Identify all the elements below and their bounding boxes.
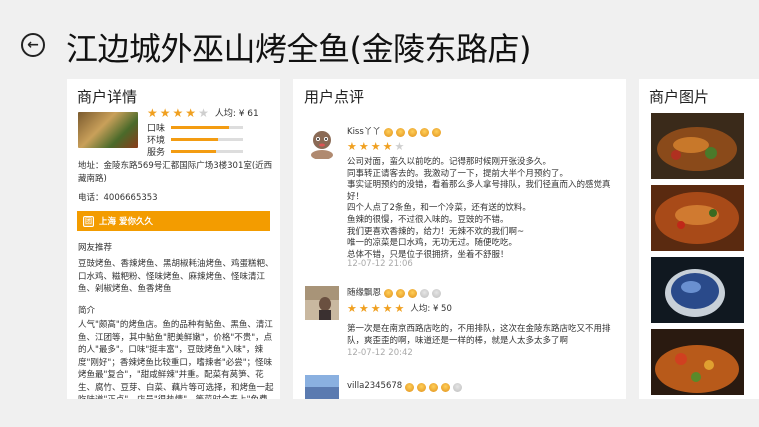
star-icon: ★ bbox=[358, 301, 369, 315]
photo-thumbnail[interactable] bbox=[651, 113, 744, 179]
medal-icon bbox=[383, 127, 393, 137]
photos-title: 商户图片 bbox=[649, 88, 710, 106]
merchant-address[interactable]: 地址：金陵东路569号汇都国际广场3楼301室(近西藏南路) bbox=[78, 160, 278, 186]
avatar bbox=[305, 375, 339, 399]
star-icon: ★ bbox=[370, 140, 381, 153]
avg-price: 人均: ¥ 61 bbox=[214, 109, 259, 119]
star-icon: ★ bbox=[159, 105, 171, 120]
medal-icon bbox=[407, 127, 417, 137]
reviews-panel: 用户点评 Kiss丫丫 ★ ★ ★ ★ ★ 公司对面，蛮久以前吃的。记得那时候刚… bbox=[293, 79, 626, 399]
photo-thumbnail[interactable] bbox=[651, 257, 744, 323]
review-username[interactable]: villa2345678 bbox=[347, 381, 402, 391]
star-icon: ★ bbox=[172, 105, 184, 120]
star-icon: ★ bbox=[147, 105, 158, 120]
intro-text: 人气"颇高"的烤鱼店。鱼的品种有鲇鱼、黑鱼、清江鱼、江团等，其中鲇鱼"肥美鲜嫩"… bbox=[78, 320, 274, 399]
star-icon: ★ bbox=[358, 140, 369, 153]
back-arrow-icon[interactable]: ← bbox=[21, 33, 45, 57]
medal-icon bbox=[384, 288, 394, 298]
review-item[interactable]: Kiss丫丫 ★ ★ ★ ★ ★ 公司对面，蛮久以前吃的。记得那时候刚开张没多久… bbox=[305, 125, 615, 275]
medal-icon bbox=[417, 382, 427, 392]
photo-thumbnail[interactable] bbox=[651, 185, 744, 251]
star-icon: ★ bbox=[394, 301, 405, 315]
intro-label: 简介 bbox=[78, 306, 96, 316]
review-avg-price: 人均: ¥ 50 bbox=[410, 304, 452, 314]
review-user-row: Kiss丫丫 bbox=[347, 125, 441, 137]
review-user-row: 随缘飘恩 bbox=[347, 286, 442, 298]
merchant-details-title: 商户详情 bbox=[77, 88, 138, 106]
medal-icon bbox=[405, 382, 415, 392]
star-icon: ★ bbox=[185, 105, 197, 120]
review-time: 12-07-12 21:06 bbox=[347, 259, 413, 269]
merchant-phone[interactable]: 电话：4006665353 bbox=[78, 191, 158, 203]
medal-icon bbox=[396, 288, 406, 298]
medal-icon bbox=[432, 288, 442, 298]
review-text: 公司对面，蛮久以前吃的。记得那时候刚开张没多久。 同事转正请客去的。我激动了一下… bbox=[347, 157, 611, 260]
photo-thumbnail[interactable] bbox=[651, 329, 744, 395]
star-icon: ★ bbox=[382, 301, 393, 315]
merchant-details-panel: 商户详情 ★ ★ ★ ★ ★ 人均: ¥ 61 口味 环境 服务 地址：金陵东路… bbox=[67, 79, 280, 399]
star-icon: ★ bbox=[347, 140, 357, 153]
promo-banner[interactable]: 团 上海 爱你久久 bbox=[77, 211, 270, 231]
photos-panel: 商户图片 bbox=[639, 79, 759, 399]
merchant-rating: ★ ★ ★ ★ ★ 人均: ¥ 61 bbox=[147, 105, 259, 120]
medal-icon bbox=[429, 382, 439, 392]
recommend-text: 豆豉烤鱼、香辣烤鱼、黑胡椒耗油烤鱼、鸡蛋糕粑、口水鸡、糍粑粉、怪味烤鱼、麻辣烤鱼… bbox=[78, 259, 274, 294]
star-icon: ★ bbox=[382, 140, 393, 153]
promo-text: 上海 爱你久久 bbox=[99, 217, 153, 227]
medal-icon bbox=[441, 382, 451, 392]
star-icon: ★ bbox=[394, 140, 405, 153]
avatar bbox=[305, 125, 339, 159]
review-username[interactable]: Kiss丫丫 bbox=[347, 125, 381, 137]
reviews-title: 用户点评 bbox=[304, 88, 365, 106]
review-time: 12-07-12 20:42 bbox=[347, 348, 413, 358]
review-rating: ★ ★ ★ ★ ★ 人均: ¥ 50 bbox=[347, 301, 452, 315]
review-item[interactable]: 随缘飘恩 ★ ★ ★ ★ ★ 人均: ¥ 50 第一次是在南京西路店吃的，不用排… bbox=[305, 286, 615, 366]
review-username[interactable]: 随缘飘恩 bbox=[347, 286, 381, 298]
medal-icon bbox=[420, 288, 430, 298]
star-icon: ★ bbox=[198, 105, 209, 120]
dish-thumbnail[interactable] bbox=[78, 112, 138, 148]
recommend-label: 网友推荐 bbox=[78, 243, 113, 253]
review-text: 第一次是在南京西路店吃的，不用排队，这次在金陵东路店吃又不用排队，爽歪歪的啊，味… bbox=[347, 324, 611, 346]
star-icon: ★ bbox=[370, 301, 381, 315]
medal-icon bbox=[395, 127, 405, 137]
medal-icon bbox=[408, 288, 418, 298]
review-rating: ★ ★ ★ ★ ★ bbox=[347, 141, 404, 152]
medal-icon bbox=[453, 382, 463, 392]
score-label: 服务 bbox=[147, 148, 166, 158]
medal-icon bbox=[431, 127, 441, 137]
review-user-row: villa2345678 bbox=[347, 381, 463, 392]
score-service: 服务 bbox=[147, 145, 244, 158]
medal-icon bbox=[419, 127, 429, 137]
star-icon: ★ bbox=[347, 301, 357, 315]
avatar bbox=[305, 286, 339, 320]
review-item[interactable]: villa2345678 bbox=[305, 375, 615, 399]
ticket-icon: 团 bbox=[83, 215, 94, 227]
page-title: 江边城外巫山烤全鱼(金陵东路店) bbox=[66, 30, 531, 68]
